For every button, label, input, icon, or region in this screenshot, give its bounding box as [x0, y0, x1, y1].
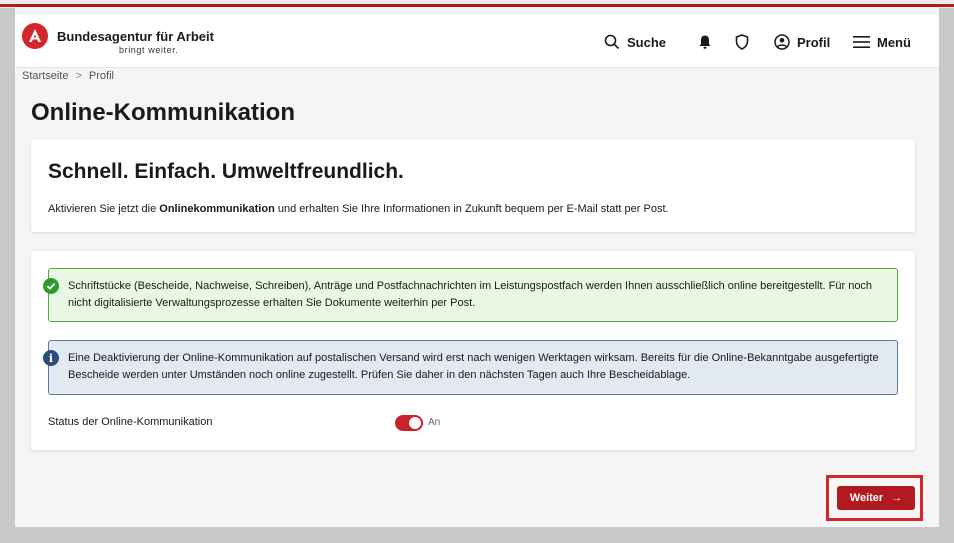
shield-icon — [735, 34, 749, 50]
intro-text: Aktivieren Sie jetzt die Onlinekommunika… — [48, 203, 669, 215]
profile-button[interactable]: Profil — [774, 32, 830, 52]
security-button[interactable] — [735, 32, 749, 52]
breadcrumb-current: Profil — [88, 70, 114, 82]
toggle-knob — [409, 417, 421, 429]
breadcrumb-home-link[interactable]: Startseite — [22, 70, 68, 82]
online-communication-toggle[interactable] — [395, 415, 423, 431]
info-alert: i Eine Deaktivierung der Online-Kommunik… — [43, 340, 898, 395]
arrow-right-icon: → — [891, 492, 903, 504]
success-alert: Schriftstücke (Bescheide, Nachweise, Sch… — [43, 268, 898, 322]
success-alert-text: Schriftstücke (Bescheide, Nachweise, Sch… — [68, 280, 873, 309]
user-circle-icon — [774, 34, 790, 50]
intro-card: Schnell. Einfach. Umweltfreundlich. Akti… — [31, 140, 915, 232]
menu-button[interactable]: Menü — [853, 32, 911, 52]
profile-label: Profil — [797, 34, 831, 50]
search-icon — [604, 34, 620, 50]
check-circle-icon — [43, 278, 59, 294]
hamburger-icon — [853, 36, 870, 48]
settings-card: Schriftstücke (Bescheide, Nachweise, Sch… — [31, 251, 915, 450]
intro-heading: Schnell. Einfach. Umweltfreundlich. — [48, 160, 404, 183]
next-button[interactable]: Weiter → — [837, 486, 915, 510]
status-label: Status der Online-Kommunikation — [48, 416, 213, 428]
brand-slogan: bringt weiter. — [119, 45, 179, 55]
breadcrumb: Startseite > Profil — [22, 70, 114, 82]
intro-text-part: und erhalten Sie Ihre Informationen in Z… — [274, 203, 669, 215]
ba-logo-icon[interactable] — [22, 23, 48, 49]
info-icon: i — [43, 350, 59, 366]
menu-label: Menü — [877, 34, 911, 50]
intro-text-part: Aktivieren Sie jetzt die — [48, 203, 160, 215]
search-label: Suche — [627, 34, 667, 50]
toggle-state-label: An — [428, 417, 441, 428]
bell-icon — [699, 35, 711, 49]
breadcrumb-separator: > — [75, 70, 82, 82]
page-container: Bundesagentur für Arbeit bringt weiter. … — [15, 7, 939, 527]
page-title: Online-Kommunikation — [31, 99, 295, 126]
intro-text-bold: Onlinekommunikation — [159, 203, 275, 215]
info-alert-text: Eine Deaktivierung der Online-Kommunikat… — [68, 352, 879, 381]
notifications-button[interactable] — [698, 32, 712, 52]
next-button-label: Weiter — [849, 492, 884, 504]
search-button[interactable]: Suche — [604, 32, 666, 52]
brand-name: Bundesagentur für Arbeit — [57, 29, 214, 44]
site-header: Bundesagentur für Arbeit bringt weiter. … — [15, 15, 939, 68]
